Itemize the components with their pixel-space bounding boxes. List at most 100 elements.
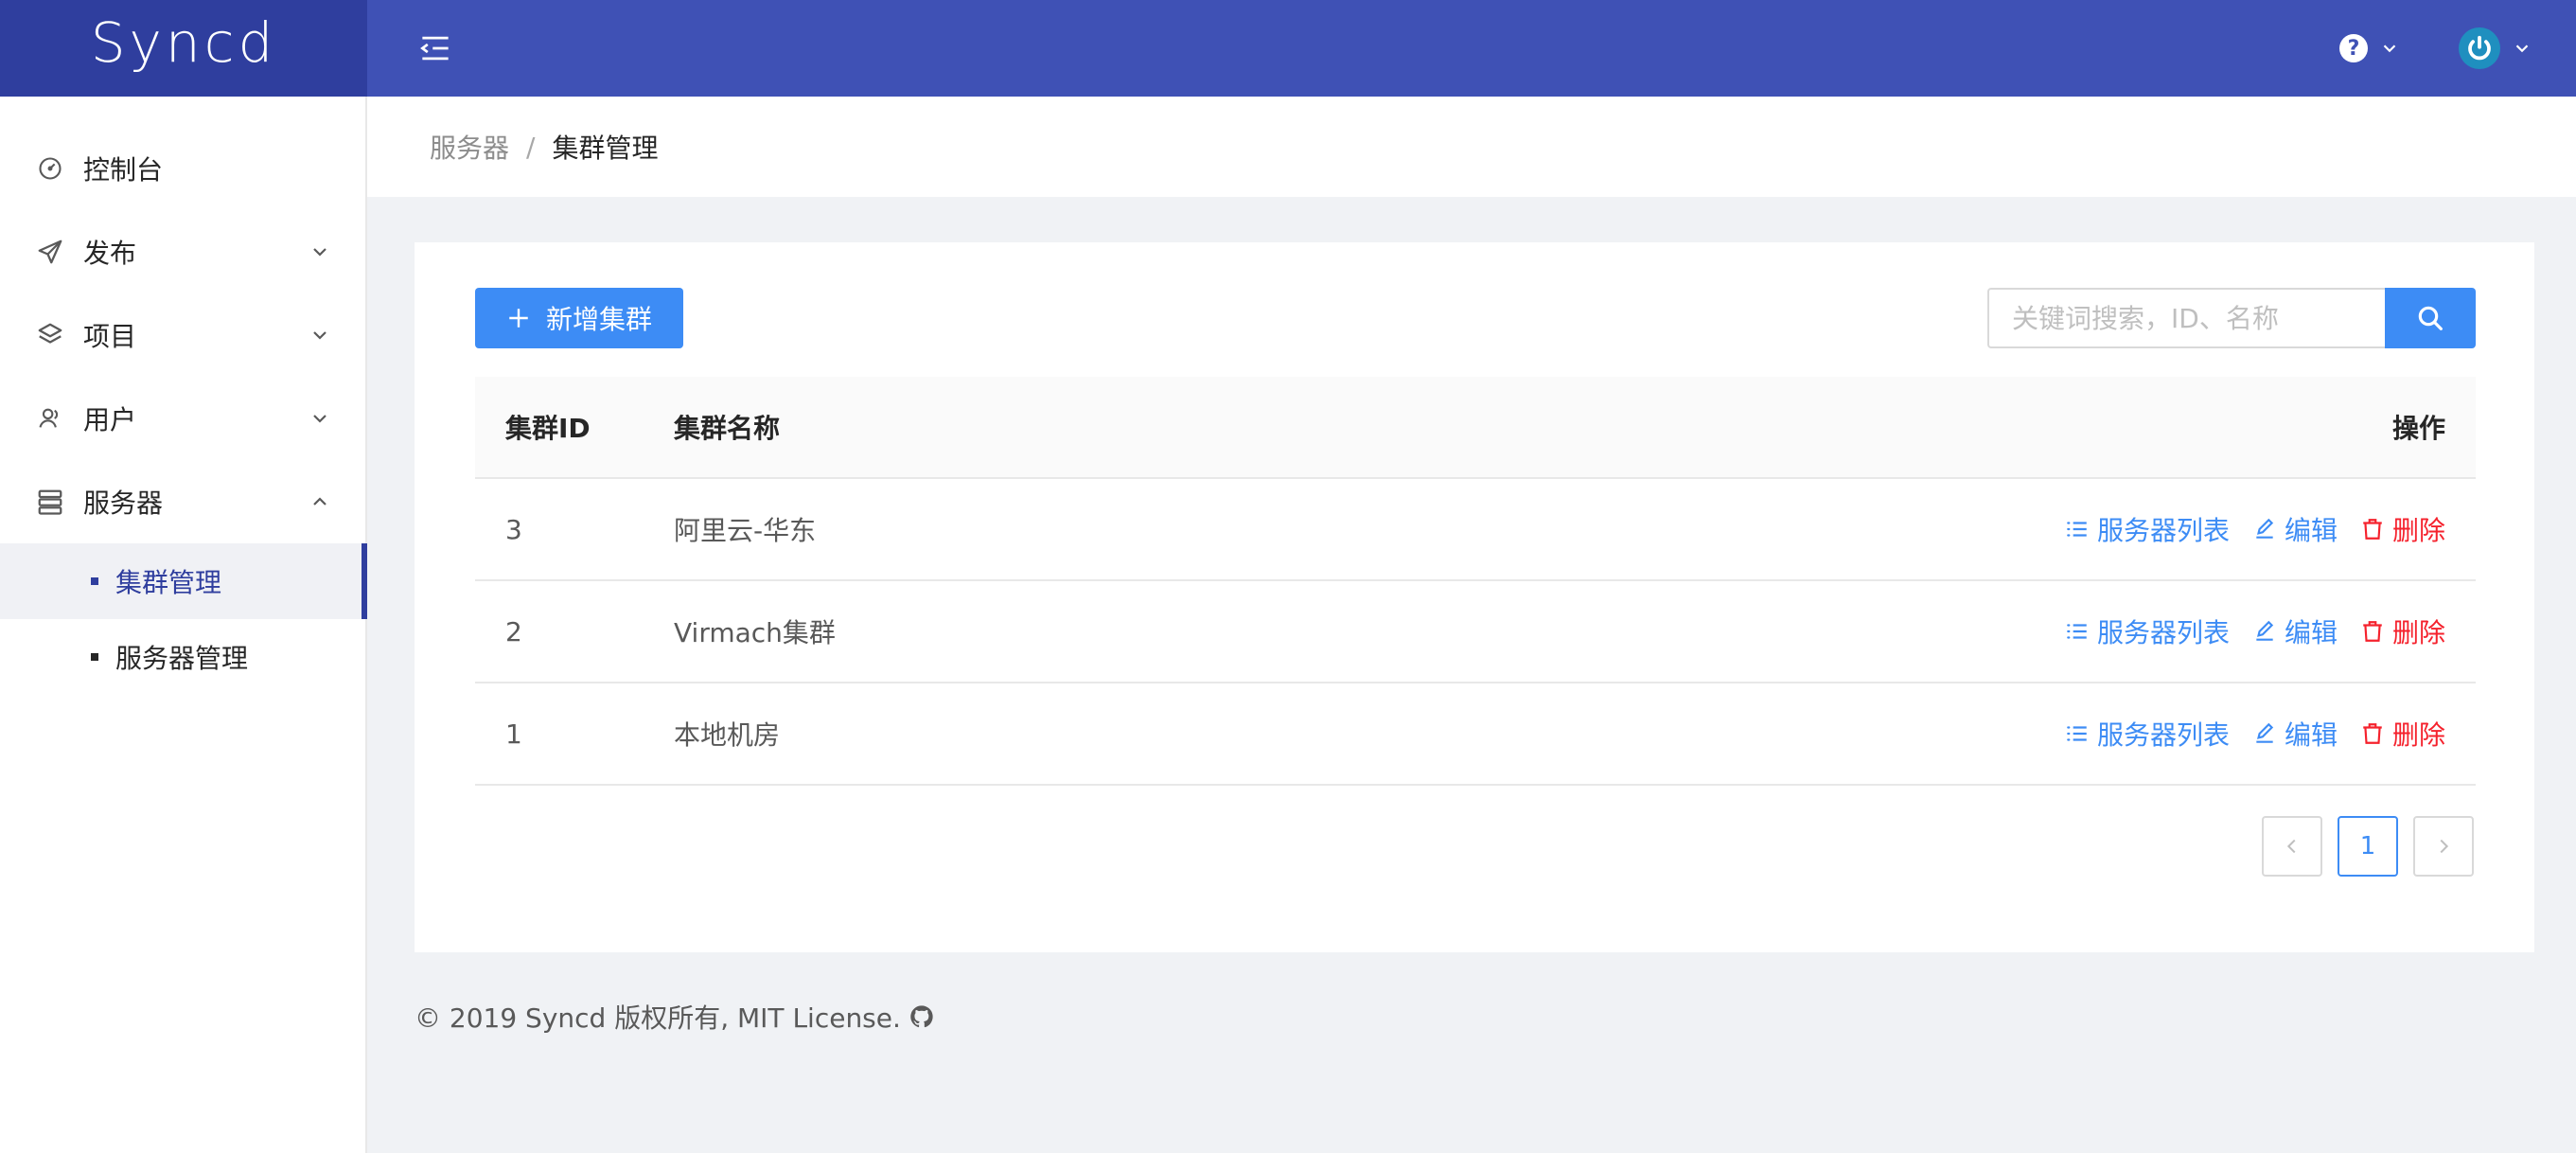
edit-icon bbox=[2256, 722, 2274, 743]
menu-fold-icon[interactable] bbox=[416, 29, 454, 67]
header-actions: ? bbox=[2339, 27, 2532, 69]
table-row: 1 本地机房 服务器列表 编辑 删除 bbox=[475, 683, 2476, 786]
column-header-id: 集群ID bbox=[505, 413, 591, 444]
pagination: 1 bbox=[2247, 816, 2474, 877]
add-cluster-label: 新增集群 bbox=[545, 304, 652, 335]
cell-actions: 服务器列表 编辑 删除 bbox=[1908, 612, 2476, 650]
list-icon bbox=[2067, 726, 2087, 741]
sidebar-subitem-cluster[interactable]: 集群管理 bbox=[0, 543, 367, 619]
sidebar-subitem-label: 服务器管理 bbox=[115, 643, 249, 674]
prev-page-button[interactable] bbox=[2262, 816, 2322, 877]
footer-text: © 2019 Syncd 版权所有, MIT License. bbox=[415, 1002, 901, 1034]
breadcrumb: 服务器 / 集群管理 bbox=[367, 97, 2576, 197]
send-icon bbox=[34, 236, 66, 268]
chevron-down-icon bbox=[2383, 44, 2396, 53]
search-input[interactable] bbox=[1987, 288, 2385, 348]
cell-name: 阿里云-华东 bbox=[674, 515, 817, 546]
breadcrumb-current: 集群管理 bbox=[552, 133, 659, 164]
list-icon bbox=[2067, 624, 2087, 639]
delete-label: 删除 bbox=[2391, 515, 2445, 546]
edit-link[interactable]: 编辑 bbox=[2252, 612, 2338, 650]
sidebar-item-label: 服务器 bbox=[83, 488, 164, 519]
sidebar-item-project[interactable]: 项目 bbox=[0, 293, 365, 377]
column-header-actions: 操作 bbox=[2391, 413, 2445, 444]
server-icon bbox=[34, 486, 66, 518]
footer: © 2019 Syncd 版权所有, MIT License. bbox=[415, 998, 935, 1036]
chevron-down-icon bbox=[2515, 44, 2529, 53]
list-icon bbox=[2067, 522, 2087, 537]
cell-name: 本地机房 bbox=[674, 719, 781, 751]
table-header: 集群ID 集群名称 操作 bbox=[475, 377, 2476, 479]
content-card: 新增集群 集群ID 集群名称 操作 3 阿里云-华东 服务器列表 编辑 bbox=[415, 242, 2534, 952]
delete-label: 删除 bbox=[2391, 719, 2445, 751]
table-row: 2 Virmach集群 服务器列表 编辑 删除 bbox=[475, 581, 2476, 683]
edit-label: 编辑 bbox=[2284, 719, 2338, 751]
server-list-link[interactable]: 服务器列表 bbox=[2065, 612, 2230, 650]
cell-id: 3 bbox=[505, 513, 522, 545]
chevron-up-icon bbox=[313, 497, 326, 506]
bullet-icon bbox=[91, 653, 98, 661]
top-header: ? bbox=[367, 0, 2576, 97]
edit-link[interactable]: 编辑 bbox=[2252, 510, 2338, 548]
dashboard-icon bbox=[34, 152, 66, 185]
cluster-table: 集群ID 集群名称 操作 3 阿里云-华东 服务器列表 编辑 删除 2 Virm… bbox=[475, 377, 2476, 786]
sidebar-item-label: 发布 bbox=[83, 238, 137, 269]
trash-icon bbox=[2363, 621, 2382, 642]
chevron-right-icon bbox=[2440, 839, 2449, 854]
chevron-down-icon bbox=[313, 248, 326, 257]
search-button[interactable] bbox=[2385, 288, 2476, 348]
bullet-icon bbox=[91, 577, 98, 585]
chevron-down-icon bbox=[313, 331, 326, 340]
sidebar-item-server[interactable]: 服务器 bbox=[0, 460, 365, 543]
cell-actions: 服务器列表 编辑 删除 bbox=[1908, 715, 2476, 753]
edit-label: 编辑 bbox=[2284, 515, 2338, 546]
sidebar-item-dashboard[interactable]: 控制台 bbox=[0, 127, 365, 210]
column-header-name: 集群名称 bbox=[674, 413, 781, 444]
search-icon bbox=[2418, 306, 2443, 330]
table-row: 3 阿里云-华东 服务器列表 编辑 删除 bbox=[475, 479, 2476, 581]
add-cluster-button[interactable]: 新增集群 bbox=[475, 288, 683, 348]
next-page-button[interactable] bbox=[2413, 816, 2474, 877]
server-list-link[interactable]: 服务器列表 bbox=[2065, 510, 2230, 548]
sidebar-menu: 控制台 发布 项目 用户 服务器 集群管理 服务器管理 bbox=[0, 97, 367, 695]
server-list-label: 服务器列表 bbox=[2096, 719, 2230, 751]
app-logo[interactable]: Syncd bbox=[0, 0, 367, 97]
help-dropdown[interactable]: ? bbox=[2339, 34, 2400, 62]
delete-link[interactable]: 删除 bbox=[2360, 612, 2445, 650]
chevron-down-icon bbox=[313, 415, 326, 423]
cell-name: Virmach集群 bbox=[674, 617, 836, 648]
breadcrumb-separator: / bbox=[526, 131, 536, 163]
server-list-link[interactable]: 服务器列表 bbox=[2065, 715, 2230, 753]
delete-label: 删除 bbox=[2391, 617, 2445, 648]
edit-icon bbox=[2256, 518, 2274, 539]
page-number-button[interactable]: 1 bbox=[2338, 816, 2398, 877]
user-dropdown[interactable] bbox=[2459, 27, 2532, 69]
edit-icon bbox=[2256, 620, 2274, 641]
trash-icon bbox=[2363, 519, 2382, 540]
sidebar-item-label: 用户 bbox=[83, 404, 137, 435]
trash-icon bbox=[2363, 723, 2382, 744]
sidebar-item-deploy[interactable]: 发布 bbox=[0, 210, 365, 293]
cell-id: 1 bbox=[505, 718, 522, 750]
github-icon[interactable] bbox=[909, 1003, 935, 1030]
sidebar-subitem-label: 集群管理 bbox=[115, 567, 222, 598]
server-list-label: 服务器列表 bbox=[2096, 515, 2230, 546]
delete-link[interactable]: 删除 bbox=[2360, 715, 2445, 753]
search-group bbox=[1987, 288, 2476, 348]
sidebar-subitem-server-manage[interactable]: 服务器管理 bbox=[0, 619, 365, 695]
edit-label: 编辑 bbox=[2284, 617, 2338, 648]
layers-icon bbox=[34, 319, 66, 351]
sidebar: Syncd 控制台 发布 项目 用户 服务器 集群管理 服务器管理 bbox=[0, 0, 367, 1153]
plus-icon bbox=[509, 309, 528, 328]
sidebar-item-user[interactable]: 用户 bbox=[0, 377, 365, 460]
cell-actions: 服务器列表 编辑 删除 bbox=[1908, 510, 2476, 548]
sidebar-item-label: 控制台 bbox=[83, 154, 164, 186]
cell-id: 2 bbox=[505, 615, 522, 647]
server-list-label: 服务器列表 bbox=[2096, 617, 2230, 648]
breadcrumb-item[interactable]: 服务器 bbox=[430, 128, 509, 166]
sidebar-item-label: 项目 bbox=[83, 321, 137, 352]
avatar bbox=[2459, 27, 2500, 69]
edit-link[interactable]: 编辑 bbox=[2252, 715, 2338, 753]
delete-link[interactable]: 删除 bbox=[2360, 510, 2445, 548]
user-icon bbox=[34, 402, 66, 435]
